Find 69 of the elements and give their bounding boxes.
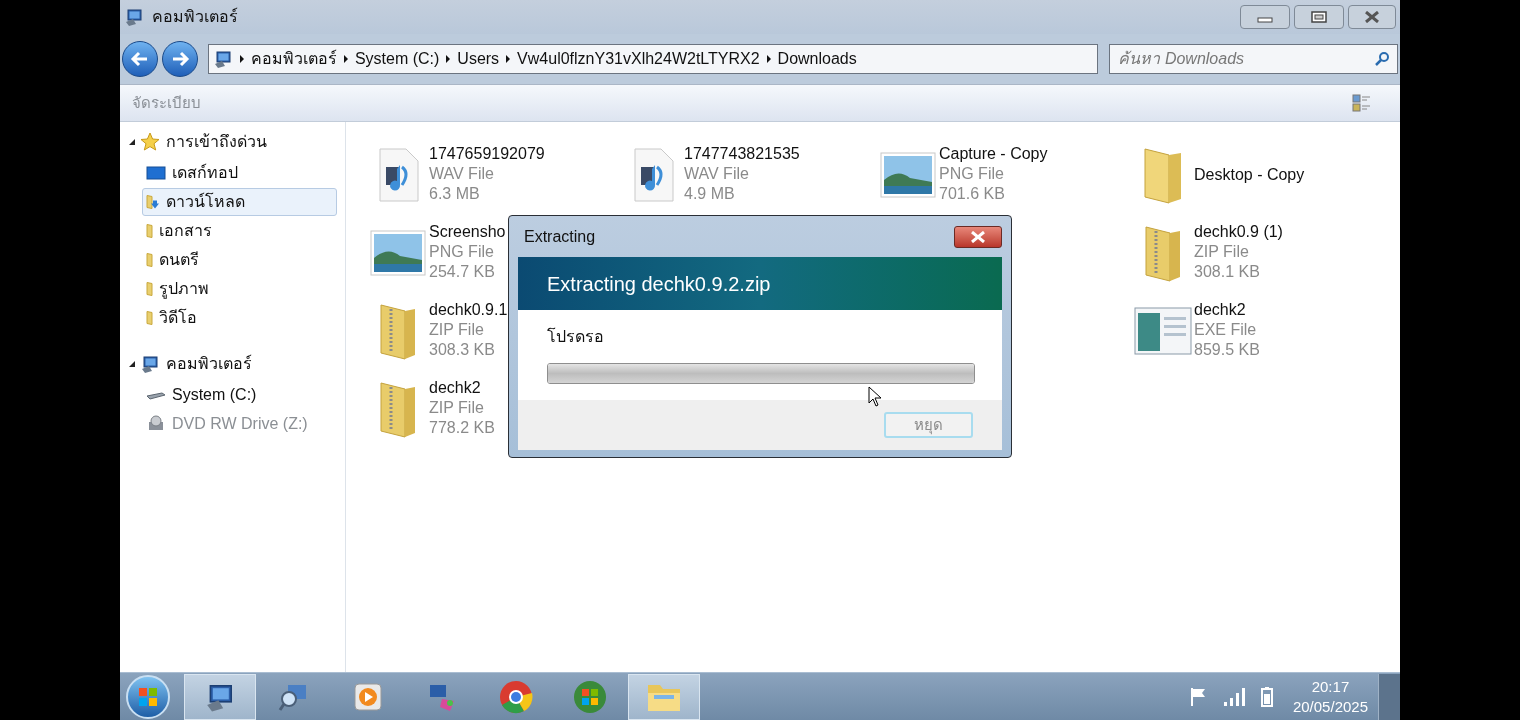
chevron-right-icon xyxy=(445,54,452,64)
signal-bars-icon[interactable] xyxy=(1222,686,1247,707)
nav-item[interactable]: System (C:) xyxy=(142,381,337,409)
media-player-icon xyxy=(352,680,384,713)
close-icon xyxy=(1364,11,1380,23)
address-bar[interactable]: คอมพิวเตอร์ System (C:) Users Vw4ul0flznY31vXlh24W2tLTYRX2 Downloads xyxy=(207,44,1099,74)
application-window-icon xyxy=(1134,307,1192,355)
file-item[interactable]: 1747743821535 WAV File 4.9 MB xyxy=(623,144,878,222)
breadcrumb-item[interactable]: Users xyxy=(457,47,500,71)
window-title: คอมพิวเตอร์ xyxy=(152,6,238,27)
back-arrow-icon xyxy=(129,49,150,69)
nav-item[interactable]: เอกสาร xyxy=(142,217,337,245)
landscape-image-icon xyxy=(880,152,936,198)
file-item[interactable]: dechk2 ZIP File 778.2 KB xyxy=(368,378,623,456)
computer-icon xyxy=(212,49,233,69)
nav-group-label[interactable]: คอมพิวเตอร์ xyxy=(166,352,252,376)
minimize-button[interactable] xyxy=(1240,5,1290,29)
star-icon xyxy=(140,132,160,152)
nav-item[interactable]: รูปภาพ xyxy=(142,275,337,303)
show-desktop-button[interactable] xyxy=(1378,673,1400,720)
chevron-right-icon xyxy=(765,54,772,64)
breadcrumb-item[interactable]: System (C:) xyxy=(354,47,440,71)
battery-icon[interactable] xyxy=(1260,686,1273,707)
folder-icon xyxy=(146,252,153,268)
breadcrumb-item[interactable]: คอมพิวเตอร์ xyxy=(250,47,337,71)
windows-logo-icon xyxy=(572,678,608,715)
file-item[interactable]: 1747659192079 WAV File 6.3 MB xyxy=(368,144,623,222)
computer-icon xyxy=(124,7,144,27)
file-item[interactable]: dechk2 EXE File 859.5 KB xyxy=(1133,300,1388,378)
expand-triangle-icon[interactable] xyxy=(128,138,136,146)
close-button[interactable] xyxy=(954,225,1002,248)
close-icon xyxy=(970,230,986,243)
expand-triangle-icon[interactable] xyxy=(128,360,136,368)
nav-item[interactable]: วิดีโอ xyxy=(142,304,337,332)
nav-group-label[interactable]: การเข้าถึงด่วน xyxy=(166,130,267,154)
file-item[interactable]: Desktop - Copy xyxy=(1133,144,1388,222)
computer-icon xyxy=(140,354,160,374)
dialog-title: Extracting xyxy=(524,226,596,247)
desktop-icon xyxy=(146,165,166,181)
folder-icon xyxy=(146,281,153,297)
nav-item[interactable]: เดสก์ทอป xyxy=(142,159,337,187)
taskbar-app[interactable] xyxy=(184,673,256,720)
chevron-right-icon xyxy=(505,54,512,64)
search-field[interactable]: ค้นหา Downloads xyxy=(1109,44,1398,74)
back-button[interactable] xyxy=(122,41,158,77)
breadcrumb-item[interactable]: Vw4ul0flznY31vXlh24W2tLTYRX2 xyxy=(517,47,760,71)
dialog-header: Extracting dechk0.9.2.zip xyxy=(518,257,1002,310)
view-layout-icon[interactable] xyxy=(1352,93,1372,113)
close-button[interactable] xyxy=(1348,5,1396,29)
chevron-right-icon xyxy=(342,54,349,64)
nav-item[interactable]: ดาวน์โหลด xyxy=(142,188,337,216)
status-message: โปรดรอ xyxy=(547,326,605,347)
browser-icon xyxy=(498,678,534,715)
file-item[interactable]: dechk0.9 (1) ZIP File 308.1 KB xyxy=(1133,222,1388,300)
maximize-button[interactable] xyxy=(1294,5,1344,29)
download-folder-icon xyxy=(146,194,160,210)
restore-icon xyxy=(1311,11,1327,23)
forward-button[interactable] xyxy=(161,41,198,77)
landscape-image-icon xyxy=(370,230,426,276)
folder-icon xyxy=(146,223,153,239)
folder-icon xyxy=(146,310,153,326)
nav-item[interactable]: ดนตรี xyxy=(142,246,337,274)
search-icon xyxy=(1374,51,1390,67)
breadcrumb-item[interactable]: Downloads xyxy=(777,47,857,71)
audio-file-icon xyxy=(631,147,675,203)
chevron-right-icon xyxy=(238,54,245,64)
start-button[interactable] xyxy=(126,674,170,719)
file-item[interactable]: Capture - Copy PNG File 701.6 KB xyxy=(878,144,1133,222)
audio-file-icon xyxy=(376,147,420,203)
